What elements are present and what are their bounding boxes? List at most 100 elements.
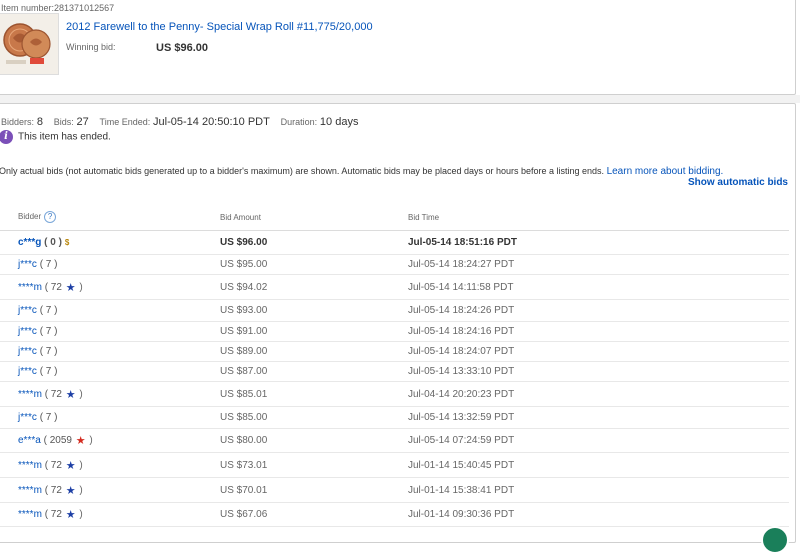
bidder-name-link[interactable]: ****m xyxy=(18,389,42,400)
penny-roll-image xyxy=(0,14,58,74)
show-automatic-bids-link[interactable]: Show automatic bids xyxy=(688,177,788,188)
ended-notice-text: This item has ended. xyxy=(18,131,111,143)
bid-time: Jul-05-14 14:11:58 PDT xyxy=(408,274,789,300)
item-number-label: Item number: xyxy=(1,3,55,13)
bidder-cell: j***c ( 7 ) xyxy=(0,361,220,382)
bid-amount: US $85.01 xyxy=(220,381,408,407)
ended-notice: i This item has ended. xyxy=(0,130,111,144)
bid-time: Jul-05-14 18:24:07 PDT xyxy=(408,341,789,362)
feedback-score[interactable]: ( 7 ) xyxy=(40,412,58,423)
bidder-column-header: Bidder? xyxy=(0,204,220,231)
bidder-cell: c***g ( 0 ) $ xyxy=(0,230,220,255)
bid-amount: US $94.02 xyxy=(220,274,408,300)
bid-amount: US $70.01 xyxy=(220,477,408,503)
feedback-score[interactable]: ( 72 xyxy=(45,282,62,293)
feedback-score[interactable]: ( 7 ) xyxy=(40,259,58,270)
table-row: j***c ( 7 ) US $89.00 Jul-05-14 18:24:07 P… xyxy=(0,341,789,362)
duration-value: 10 days xyxy=(319,116,359,128)
feedback-score[interactable]: ( 7 ) xyxy=(40,326,58,337)
bidder-name-link[interactable]: ****m xyxy=(18,485,42,496)
bid-time: Jul-01-14 09:30:36 PDT xyxy=(408,502,789,527)
bidders-count: 8 xyxy=(36,116,43,128)
feedback-score[interactable]: ( 0 ) xyxy=(44,237,62,248)
bid-amount: US $73.01 xyxy=(220,452,408,478)
auction-summary: Bidders: 8 Bids: 27 Time Ended: Jul-05-1… xyxy=(1,116,358,128)
item-summary-card: Item number:281371012567 2012 Farewell t… xyxy=(0,0,796,95)
bid-time: Jul-05-14 18:24:27 PDT xyxy=(408,254,789,275)
table-row: ****m ( 72 ★ ) US $73.01 Jul-01-14 15:40:4… xyxy=(0,452,789,478)
table-row: j***c ( 7 ) US $87.00 Jul-05-14 13:33:10 P… xyxy=(0,361,789,382)
feedback-score[interactable]: ( 7 ) xyxy=(40,305,58,316)
bid-amount: US $96.00 xyxy=(220,230,408,255)
bidder-name-link[interactable]: j***c xyxy=(18,366,37,377)
feedback-score[interactable]: ( 72 xyxy=(45,389,62,400)
feedback-score[interactable]: ( 2059 xyxy=(44,435,72,446)
bid-history-card: Bidders: 8 Bids: 27 Time Ended: Jul-05-1… xyxy=(0,103,796,554)
bidder-cell: e***a ( 2059 ★ ) xyxy=(0,428,220,453)
bidder-cell: j***c ( 7 ) xyxy=(0,254,220,275)
help-question-icon[interactable]: ? xyxy=(44,211,57,223)
blue-star-icon: ★ xyxy=(65,484,76,497)
bidder-header-label: Bidder xyxy=(18,212,42,222)
section-gap xyxy=(0,95,800,103)
item-thumbnail[interactable] xyxy=(0,13,59,75)
bid-amount: US $67.06 xyxy=(220,502,408,527)
winning-bid-label: Winning bid: xyxy=(66,42,116,52)
bidders-label: Bidders: xyxy=(1,117,35,127)
bid-time: Jul-05-14 07:24:59 PDT xyxy=(408,428,789,453)
bidder-cell: ****m ( 72 ★ ) xyxy=(0,274,220,300)
item-number: Item number:281371012567 xyxy=(1,3,114,13)
table-row: ****m ( 72 ★ ) US $70.01 Jul-01-14 15:38:4… xyxy=(0,477,789,503)
table-row: ****m ( 72 ★ ) US $85.01 Jul-04-14 20:20:2… xyxy=(0,381,789,407)
duration-label: Duration: xyxy=(280,117,318,127)
bid-time: Jul-05-14 13:33:10 PDT xyxy=(408,361,789,382)
bidder-name-link[interactable]: ****m xyxy=(18,460,42,471)
red-star-icon: ★ xyxy=(75,435,86,447)
blue-star-icon: ★ xyxy=(65,281,76,294)
bid-amount: US $87.00 xyxy=(220,361,408,382)
bid-time: Jul-04-14 20:20:23 PDT xyxy=(408,381,789,407)
bids-count: 27 xyxy=(76,116,89,128)
learn-more-bidding-link[interactable]: Learn more about bidding. xyxy=(607,166,724,177)
bidder-name-link[interactable]: j***c xyxy=(18,305,37,316)
bidder-name-link[interactable]: c***g xyxy=(18,237,41,248)
amount-column-header: Bid Amount xyxy=(220,204,408,231)
bidder-cell: j***c ( 7 ) xyxy=(0,321,220,342)
bid-history-table: Bidder? Bid Amount Bid Time c***g ( 0 ) $… xyxy=(0,204,789,527)
bidder-name-link[interactable]: j***c xyxy=(18,259,37,270)
feedback-score[interactable]: ( 7 ) xyxy=(40,366,58,377)
blue-star-icon: ★ xyxy=(65,509,76,521)
feedback-score[interactable]: ( 72 xyxy=(45,460,62,471)
bidder-name-link[interactable]: j***c xyxy=(18,412,37,423)
bidder-cell: ****m ( 72 ★ ) xyxy=(0,381,220,407)
bid-amount: US $80.00 xyxy=(220,428,408,453)
bid-time: Jul-05-14 18:24:26 PDT xyxy=(408,299,789,322)
bidder-cell: ****m ( 72 ★ ) xyxy=(0,502,220,527)
info-icon: i xyxy=(0,130,13,144)
bidder-name-link[interactable]: j***c xyxy=(18,326,37,337)
feedback-bubble-icon[interactable] xyxy=(761,526,789,554)
bid-amount: US $93.00 xyxy=(220,299,408,322)
table-row: e***a ( 2059 ★ ) US $80.00 Jul-05-14 07:24… xyxy=(0,428,789,453)
bidder-name-link[interactable]: ****m xyxy=(18,282,42,293)
bid-rows: c***g ( 0 ) $ US $96.00 Jul-05-14 18:51:16 … xyxy=(0,230,789,527)
bid-time: Jul-05-14 13:32:59 PDT xyxy=(408,406,789,429)
bidder-name-link[interactable]: j***c xyxy=(18,346,37,357)
bidder-name-link[interactable]: e***a xyxy=(18,435,41,446)
bidder-cell: j***c ( 7 ) xyxy=(0,299,220,322)
bidder-cell: ****m ( 72 ★ ) xyxy=(0,477,220,503)
feedback-score[interactable]: ( 72 xyxy=(45,509,62,520)
table-row: j***c ( 7 ) US $91.00 Jul-05-14 18:24:16 P… xyxy=(0,321,789,342)
blue-star-icon: ★ xyxy=(65,459,76,472)
bid-time: Jul-05-14 18:24:16 PDT xyxy=(408,321,789,342)
item-title-link[interactable]: 2012 Farewell to the Penny- Special Wrap… xyxy=(66,21,373,33)
bidder-cell: ****m ( 72 ★ ) xyxy=(0,452,220,478)
feedback-score[interactable]: ( 72 xyxy=(45,485,62,496)
disclaimer-text: Only actual bids (not automatic bids gen… xyxy=(0,166,605,176)
feedback-score[interactable]: ( 7 ) xyxy=(40,346,58,357)
bid-disclaimer: Only actual bids (not automatic bids gen… xyxy=(0,166,723,177)
bid-time: Jul-01-14 15:40:45 PDT xyxy=(408,452,789,478)
bidder-name-link[interactable]: ****m xyxy=(18,509,42,520)
table-row: ****m ( 72 ★ ) US $94.02 Jul-05-14 14:11:5… xyxy=(0,274,789,300)
time-ended-label: Time Ended: xyxy=(99,117,151,127)
